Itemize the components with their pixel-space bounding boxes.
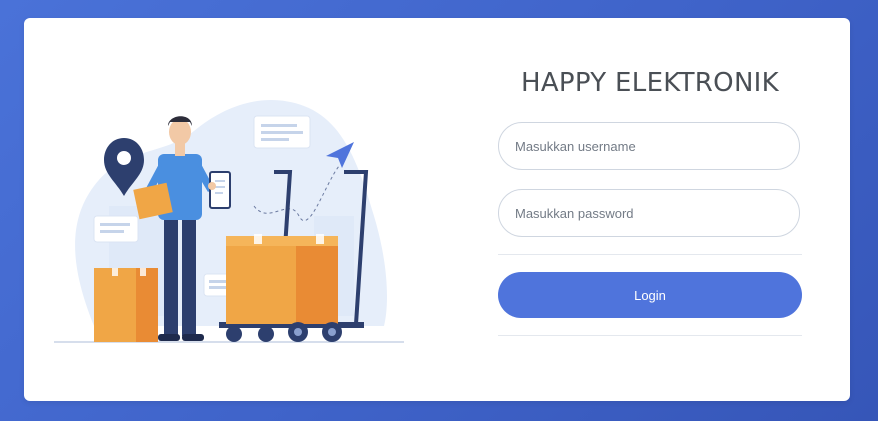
message-bubble-icon xyxy=(93,215,139,243)
message-bubble-icon xyxy=(253,115,311,149)
app-title: HAPPY ELEKTRONIK xyxy=(520,68,780,98)
login-card: HAPPY ELEKTRONIK Login xyxy=(24,18,850,401)
cardboard-box xyxy=(94,268,158,342)
username-input[interactable] xyxy=(498,122,800,170)
delivery-illustration xyxy=(54,100,404,343)
divider xyxy=(498,335,802,336)
divider xyxy=(498,254,802,255)
login-button[interactable]: Login xyxy=(498,272,802,318)
password-input[interactable] xyxy=(498,189,800,237)
